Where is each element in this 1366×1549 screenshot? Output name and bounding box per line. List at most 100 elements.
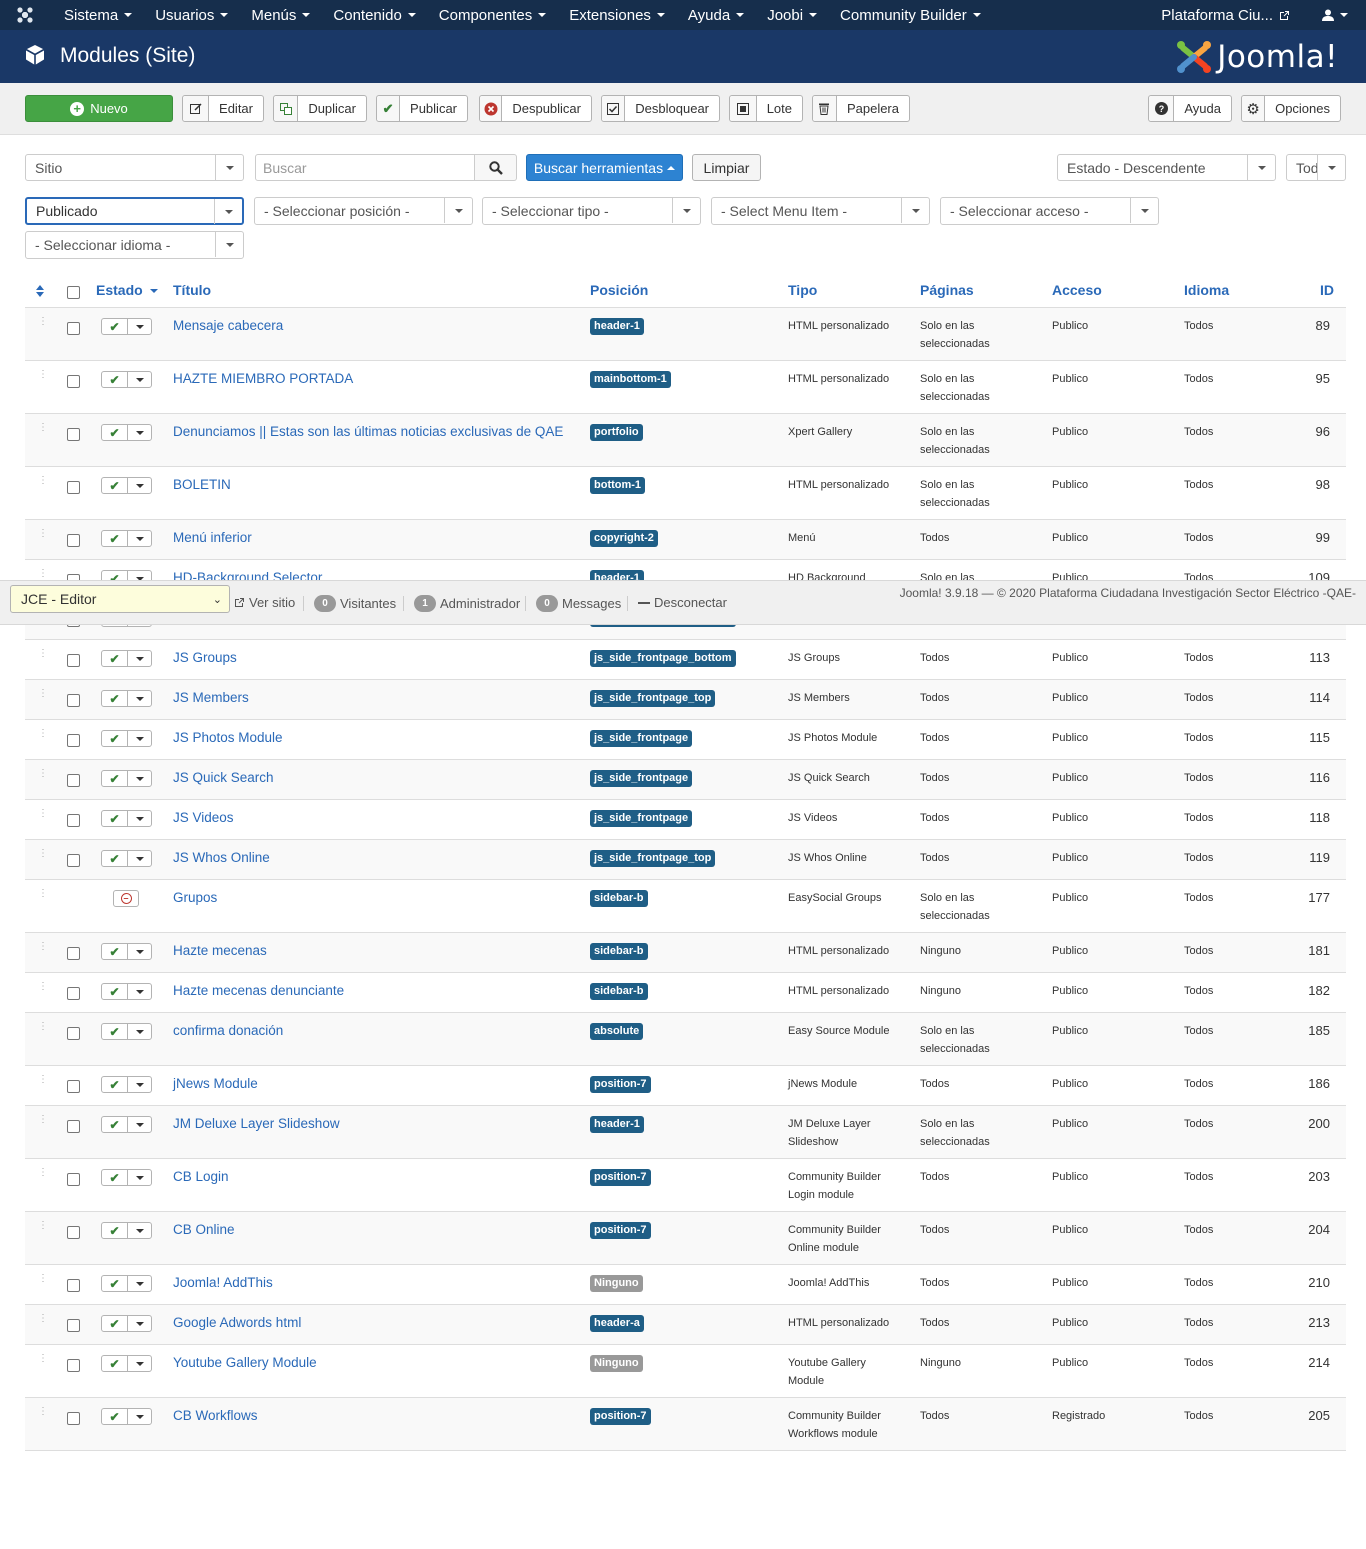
module-title-link[interactable]: Hazte mecenas denunciante: [173, 983, 344, 998]
status-toggle[interactable]: ✔: [101, 530, 152, 547]
nav-menu-item[interactable]: Ayuda: [674, 0, 753, 30]
row-checkbox[interactable]: [67, 1319, 80, 1332]
drag-handle-icon[interactable]: ⋮: [38, 1075, 48, 1088]
module-title-link[interactable]: Menú inferior: [173, 530, 252, 545]
status-toggle[interactable]: ✔: [101, 1076, 152, 1093]
limit-select[interactable]: Tod: [1286, 154, 1346, 181]
module-title-link[interactable]: CB Online: [173, 1222, 235, 1237]
user-menu[interactable]: [1304, 9, 1366, 21]
module-title-link[interactable]: jNews Module: [173, 1076, 258, 1091]
drag-handle-icon[interactable]: ⋮: [38, 849, 48, 862]
module-title-link[interactable]: Google Adwords html: [173, 1315, 301, 1330]
status-toggle[interactable]: ✔: [101, 477, 152, 494]
pages-column-header[interactable]: Páginas: [920, 282, 974, 298]
access-filter-select[interactable]: - Seleccionar acceso -: [940, 197, 1159, 225]
status-column-header[interactable]: Estado: [96, 282, 158, 298]
status-toggle[interactable]: ✔: [101, 1169, 152, 1186]
drag-handle-icon[interactable]: ⋮: [38, 769, 48, 782]
drag-handle-icon[interactable]: ⋮: [38, 370, 48, 383]
drag-handle-icon[interactable]: ⋮: [38, 889, 48, 902]
status-toggle[interactable]: ✔: [101, 1275, 152, 1292]
drag-handle-icon[interactable]: ⋮: [38, 1115, 48, 1128]
row-checkbox[interactable]: [67, 1080, 80, 1093]
logout-link[interactable]: Desconectar: [638, 595, 727, 610]
status-toggle[interactable]: ✔: [101, 371, 152, 388]
drag-handle-icon[interactable]: ⋮: [38, 729, 48, 742]
access-column-header[interactable]: Acceso: [1052, 282, 1102, 298]
client-select[interactable]: Sitio: [25, 154, 244, 181]
row-checkbox[interactable]: [67, 322, 80, 335]
row-checkbox[interactable]: [67, 1226, 80, 1239]
drag-handle-icon[interactable]: ⋮: [38, 1354, 48, 1367]
module-title-link[interactable]: CB Login: [173, 1169, 229, 1184]
drag-handle-icon[interactable]: ⋮: [38, 1314, 48, 1327]
drag-handle-icon[interactable]: ⋮: [38, 476, 48, 489]
drag-handle-icon[interactable]: ⋮: [38, 942, 48, 955]
drag-handle-icon[interactable]: ⋮: [38, 649, 48, 662]
status-toggle[interactable]: ✔: [101, 1355, 152, 1372]
row-checkbox[interactable]: [67, 1359, 80, 1372]
status-toggle[interactable]: ✔: [101, 730, 152, 747]
drag-handle-icon[interactable]: ⋮: [38, 317, 48, 330]
row-checkbox[interactable]: [67, 694, 80, 707]
drag-handle-icon[interactable]: ⋮: [38, 1221, 48, 1234]
row-checkbox[interactable]: [67, 1173, 80, 1186]
drag-handle-icon[interactable]: ⋮: [38, 1168, 48, 1181]
batch-button[interactable]: Lote: [729, 95, 803, 122]
status-toggle[interactable]: ✔: [101, 1315, 152, 1332]
nav-menu-item[interactable]: Extensiones: [555, 0, 674, 30]
module-title-link[interactable]: CB Workflows: [173, 1408, 258, 1423]
site-link[interactable]: Plataforma Ciu...: [1147, 7, 1304, 24]
row-checkbox[interactable]: [67, 774, 80, 787]
unpublish-button[interactable]: Despublicar: [479, 95, 592, 122]
clear-button[interactable]: Limpiar: [692, 154, 761, 181]
nav-menu-item[interactable]: Sistema: [50, 0, 141, 30]
module-title-link[interactable]: JS Groups: [173, 650, 237, 665]
nav-menu-item[interactable]: Usuarios: [141, 0, 237, 30]
row-checkbox[interactable]: [67, 654, 80, 667]
status-toggle[interactable]: ✔: [101, 1222, 152, 1239]
module-title-link[interactable]: JS Videos: [173, 810, 234, 825]
row-checkbox[interactable]: [67, 1412, 80, 1425]
status-toggle[interactable]: ✔: [101, 424, 152, 441]
status-toggle[interactable]: ✔: [101, 318, 152, 335]
type-column-header[interactable]: Tipo: [788, 282, 817, 298]
module-title-link[interactable]: confirma donación: [173, 1023, 283, 1038]
position-column-header[interactable]: Posición: [590, 282, 648, 298]
drag-handle-icon[interactable]: ⋮: [38, 809, 48, 822]
module-title-link[interactable]: Grupos: [173, 890, 217, 905]
publish-button[interactable]: ✔ Publicar: [376, 95, 468, 122]
status-toggle[interactable]: ✔: [101, 850, 152, 867]
language-filter-select[interactable]: - Seleccionar idioma -: [25, 231, 244, 259]
module-title-link[interactable]: Joomla! AddThis: [173, 1275, 273, 1290]
view-site-link[interactable]: Ver sitio: [234, 595, 295, 610]
row-checkbox[interactable]: [67, 481, 80, 494]
menu-item-filter-select[interactable]: - Select Menu Item -: [711, 197, 930, 225]
id-column-header[interactable]: ID: [1320, 282, 1334, 298]
module-title-link[interactable]: BOLETIN: [173, 477, 231, 492]
nav-menu-item[interactable]: Community Builder: [826, 0, 990, 30]
messages-link[interactable]: 0 Messages: [536, 595, 621, 612]
status-toggle[interactable]: ✔: [101, 650, 152, 667]
duplicate-button[interactable]: Duplicar: [273, 95, 367, 122]
row-checkbox[interactable]: [67, 1279, 80, 1292]
options-button[interactable]: ⚙ Opciones: [1241, 95, 1341, 122]
new-button[interactable]: + Nuevo: [25, 95, 173, 122]
status-toggle[interactable]: ✔: [101, 1023, 152, 1040]
nav-menu-item[interactable]: Contenido: [319, 0, 424, 30]
row-checkbox[interactable]: [67, 428, 80, 441]
search-input[interactable]: Buscar: [255, 154, 475, 181]
status-toggle[interactable]: ✔: [101, 943, 152, 960]
module-title-link[interactable]: JS Members: [173, 690, 249, 705]
type-filter-select[interactable]: - Seleccionar tipo -: [482, 197, 701, 225]
row-checkbox[interactable]: [67, 734, 80, 747]
status-toggle[interactable]: ✔: [101, 1116, 152, 1133]
search-tools-button[interactable]: Buscar herramientas: [526, 154, 683, 181]
edit-button[interactable]: Editar: [182, 95, 264, 122]
select-all-checkbox[interactable]: [67, 286, 80, 299]
drag-handle-icon[interactable]: ⋮: [38, 1407, 48, 1420]
search-button[interactable]: [475, 154, 517, 181]
drag-handle-icon[interactable]: ⋮: [38, 1274, 48, 1287]
title-column-header[interactable]: Título: [173, 282, 211, 298]
drag-handle-icon[interactable]: ⋮: [38, 529, 48, 542]
